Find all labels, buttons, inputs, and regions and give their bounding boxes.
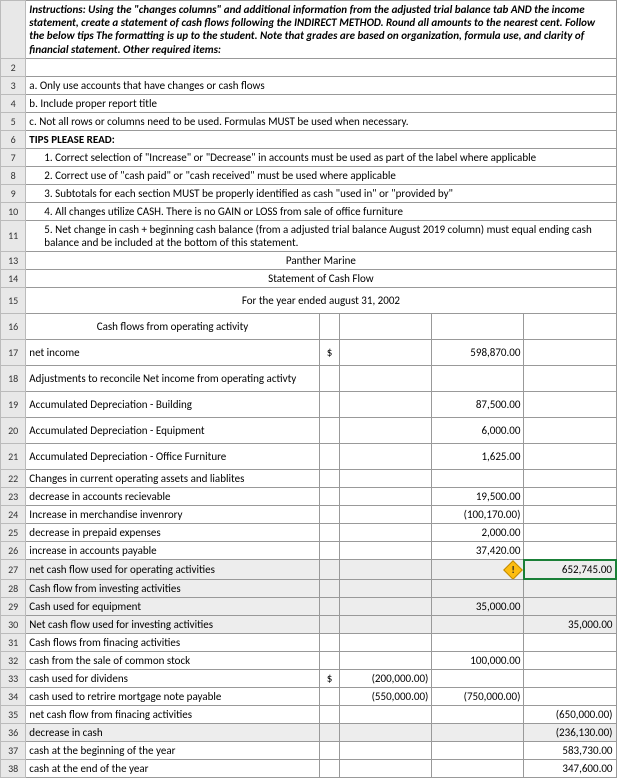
dep-building-label: Accumulated Depreciation - Building [26, 392, 319, 418]
instructions-row: Instructions: Using the "changes columns… [1, 1, 617, 59]
tip-4: 4. All changes utilize CASH. There is no… [26, 202, 616, 220]
mortgage-c-value[interactable]: (550,000.00) [340, 687, 432, 705]
rownum: 36 [1, 723, 26, 741]
changes-header: Changes in current operating assets and … [26, 470, 319, 488]
rownum: 23 [1, 488, 26, 506]
instr-b: b. Include proper report title [26, 94, 616, 112]
rownum: 24 [1, 506, 26, 524]
net-op-label: net cash flow used for operating activit… [26, 560, 319, 579]
dec-cash-value[interactable]: (236,130.00) [524, 723, 616, 741]
tip-3: 3. Subtotals for each section MUST be pr… [26, 184, 616, 202]
beg-cash-label: cash at the beginning of the year [26, 741, 319, 759]
rownum: 7 [1, 148, 26, 166]
inv-header: Cash flow from investing activities [26, 579, 319, 597]
rownum: 6 [1, 130, 26, 148]
rownum: 28 [1, 579, 26, 597]
sale-stock-label: cash from the sale of common stock [26, 651, 319, 669]
rownum: 13 [1, 252, 26, 270]
dividends-c-value[interactable]: (200,000.00) [340, 669, 432, 687]
net-inv-value[interactable]: 35,000.00 [524, 615, 616, 633]
inc-ap-label: increase in accounts payable [26, 542, 319, 560]
tip-5: 5. Net change in cash + beginning cash b… [26, 220, 616, 251]
dec-ar-label: decrease in accounts recievable [26, 488, 319, 506]
instructions-text: Instructions: Using the "changes columns… [26, 1, 616, 59]
dec-prepaid-label: decrease in prepaid expenses [26, 524, 319, 542]
rownum: 25 [1, 524, 26, 542]
net-op-value[interactable]: 652,745.00 [524, 560, 616, 579]
rownum: 35 [1, 705, 26, 723]
dollar-sign: $ [319, 340, 340, 366]
dollar-sign: $ [319, 669, 340, 687]
fin-header: Cash flows from finacing activities [26, 633, 319, 651]
inc-inventory-label: Increase in merchandise invenrory [26, 506, 319, 524]
cash-equipment-value[interactable]: 35,000.00 [432, 597, 524, 615]
dep-furniture-label: Accumulated Depreciation - Office Furnit… [26, 444, 319, 470]
rownum: 31 [1, 633, 26, 651]
rownum: 11 [1, 220, 26, 251]
rownum: 18 [1, 366, 26, 392]
net-fin-value[interactable]: (650,000.00) [524, 705, 616, 723]
inc-ap-value[interactable]: 37,420.00 [432, 542, 524, 560]
rownum: 4 [1, 94, 26, 112]
end-cash-label: cash at the end of the year [26, 759, 319, 777]
rownum: 32 [1, 651, 26, 669]
rownum: 27 [1, 560, 26, 579]
rownum: 30 [1, 615, 26, 633]
rownum: 3 [1, 76, 26, 94]
dep-equipment-label: Accumulated Depreciation - Equipment [26, 418, 319, 444]
op-header: Cash flows from operating activity [26, 314, 319, 340]
dec-ar-value[interactable]: 19,500.00 [432, 488, 524, 506]
period-title: For the year ended august 31, 2002 [26, 288, 616, 314]
rownum: 38 [1, 759, 26, 777]
rownum: 34 [1, 687, 26, 705]
mortgage-d-value[interactable]: (750,000.00) [432, 687, 524, 705]
rownum: 10 [1, 202, 26, 220]
net-income-value[interactable]: 598,870.00 [432, 340, 524, 366]
rownum: 19 [1, 392, 26, 418]
warning-icon [503, 560, 523, 579]
dep-furniture-value[interactable]: 1,625.00 [432, 444, 524, 470]
rownum: 33 [1, 669, 26, 687]
net-income-label: net income [26, 340, 319, 366]
instr-c: c. Not all rows or columns need to be us… [26, 112, 616, 130]
instr-a: a. Only use accounts that have changes o… [26, 76, 616, 94]
cash-equipment-label: Cash used for equipment [26, 597, 319, 615]
rownum: 22 [1, 470, 26, 488]
dep-building-value[interactable]: 87,500.00 [432, 392, 524, 418]
rownum: 16 [1, 314, 26, 340]
tip-2: 2. Correct use of "cash paid" or "cash r… [26, 166, 616, 184]
rownum: 29 [1, 597, 26, 615]
dec-cash-label: decrease in cash [26, 723, 319, 741]
spreadsheet[interactable]: Instructions: Using the "changes columns… [0, 0, 617, 778]
dec-prepaid-value[interactable]: 2,000.00 [432, 524, 524, 542]
statement-title: Statement of Cash Flow [26, 270, 616, 288]
rownum: 5 [1, 112, 26, 130]
rownum: 14 [1, 270, 26, 288]
net-inv-label: Net cash flow used for investing activit… [26, 615, 319, 633]
inc-inventory-value[interactable]: (100,170.00) [432, 506, 524, 524]
beg-cash-value[interactable]: 583,730.00 [524, 741, 616, 759]
company-title: Panther Marine [26, 252, 616, 270]
rownum: 2 [1, 58, 26, 76]
mortgage-label: cash used to retrire mortgage note payab… [26, 687, 319, 705]
rownum: 20 [1, 418, 26, 444]
adjustments-label: Adjustments to reconcile Net income from… [26, 366, 319, 392]
rownum: 17 [1, 340, 26, 366]
dep-equipment-value[interactable]: 6,000.00 [432, 418, 524, 444]
rownum: 9 [1, 184, 26, 202]
sale-stock-value[interactable]: 100,000.00 [432, 651, 524, 669]
dividends-label: cash used for dividens [26, 669, 319, 687]
rownum: 15 [1, 288, 26, 314]
rownum: 8 [1, 166, 26, 184]
warning-cell[interactable] [432, 560, 524, 579]
tips-header: TIPS PLEASE READ: [26, 130, 616, 148]
end-cash-value[interactable]: 347,600.00 [524, 759, 616, 777]
rownum: 37 [1, 741, 26, 759]
rownum: 26 [1, 542, 26, 560]
net-fin-label: net cash flow from finacing activities [26, 705, 319, 723]
tip-1: 1. Correct selection of "Increase" or "D… [26, 148, 616, 166]
rownum: 21 [1, 444, 26, 470]
